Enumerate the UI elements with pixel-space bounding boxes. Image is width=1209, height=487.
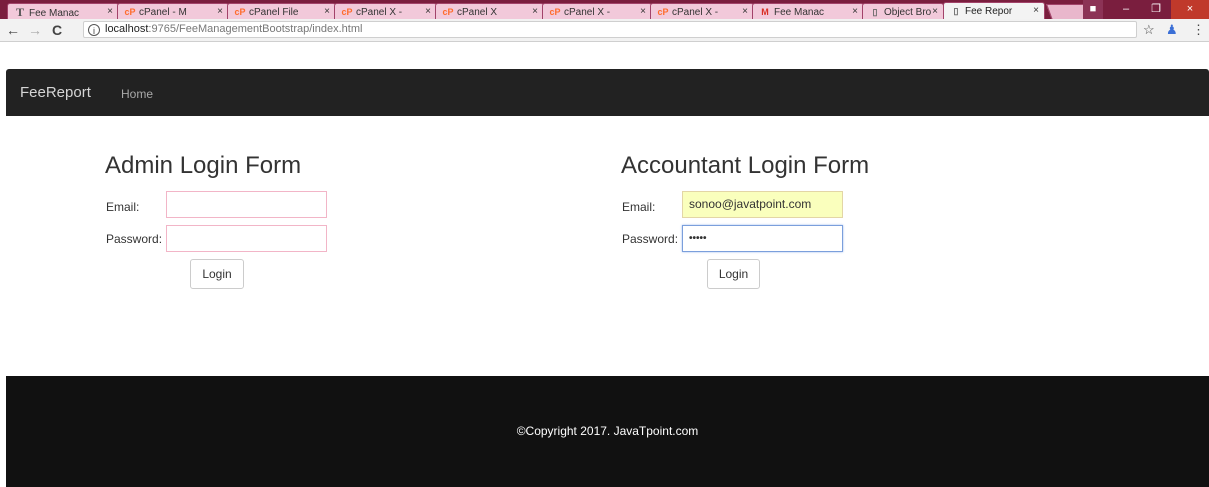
tab-label: Object Bro: [884, 7, 932, 18]
tab-close-icon[interactable]: ×: [932, 4, 938, 19]
browser-tab[interactable]: ▯ Object Bro ×: [862, 3, 944, 19]
admin-password-input[interactable]: [166, 225, 327, 252]
browser-tab[interactable]: cP cPanel X - ×: [650, 3, 754, 19]
footer: ©Copyright 2017. JavaTpoint.com: [6, 376, 1209, 487]
tab-label: Fee Repor: [965, 6, 1013, 17]
reload-icon[interactable]: C: [49, 21, 65, 39]
tab-label: Fee Manac: [774, 7, 825, 18]
accountant-email-label: Email:: [622, 200, 656, 214]
browser-toolbar: ← → C i localhost:9765/FeeManagementBoots…: [0, 19, 1209, 42]
tab-label: cPanel X: [457, 7, 498, 18]
nav-home-link[interactable]: Home: [121, 87, 153, 101]
forward-icon[interactable]: →: [27, 21, 43, 39]
tab-label: cPanel - M: [139, 7, 187, 18]
admin-form-title: Admin Login Form: [105, 152, 302, 179]
navbar-brand[interactable]: FeeReport: [20, 84, 91, 101]
document-icon: ▯: [953, 6, 959, 16]
back-icon[interactable]: ←: [5, 21, 21, 39]
window-controls: ■ – ❐ ×: [1083, 0, 1209, 19]
profile-icon[interactable]: ■: [1083, 0, 1103, 19]
minimize-button[interactable]: –: [1111, 0, 1141, 19]
admin-email-input[interactable]: [166, 191, 327, 218]
cpanel-icon: cP: [657, 7, 669, 17]
cpanel-icon: cP: [549, 7, 561, 17]
browser-tab[interactable]: ▯ Fee Repor ×: [943, 2, 1045, 20]
tab-close-icon[interactable]: ×: [640, 4, 646, 19]
close-window-button[interactable]: ×: [1171, 0, 1209, 19]
star-icon[interactable]: ☆: [1143, 21, 1155, 39]
navbar: FeeReport Home: [6, 69, 1209, 116]
url-host: localhost: [105, 23, 149, 35]
document-icon: ▯: [872, 7, 878, 17]
admin-login-button[interactable]: Login: [190, 259, 244, 289]
accountant-form-title: Accountant Login Form: [621, 152, 870, 179]
menu-icon[interactable]: ⋮: [1192, 21, 1205, 39]
browser-tab[interactable]: cP cPanel - M ×: [117, 3, 229, 19]
tab-close-icon[interactable]: ×: [852, 4, 858, 19]
browser-tab[interactable]: cP cPanel X - ×: [334, 3, 437, 19]
url-path: :9765/FeeManagementBootstrap/index.html: [148, 23, 363, 35]
browser-tab[interactable]: cP cPanel File ×: [227, 3, 336, 19]
gmail-icon: M: [761, 7, 769, 17]
accountant-login-button[interactable]: Login: [707, 259, 760, 289]
extension-icon[interactable]: ♟: [1166, 21, 1178, 39]
tab-close-icon[interactable]: ×: [742, 4, 748, 19]
browser-tab[interactable]: cP cPanel X - ×: [542, 3, 652, 19]
cpanel-icon: cP: [234, 7, 246, 17]
browser-tab[interactable]: M Fee Manac ×: [752, 3, 864, 19]
address-bar[interactable]: i localhost:9765/FeeManagementBootstrap/i…: [83, 21, 1137, 38]
tab-close-icon[interactable]: ×: [1033, 3, 1039, 19]
tab-label: cPanel X -: [564, 7, 611, 18]
tab-label: cPanel File: [249, 7, 299, 18]
typora-icon: T: [15, 5, 24, 19]
info-icon[interactable]: i: [88, 24, 100, 36]
browser-tab[interactable]: T Fee Manac ×: [7, 3, 119, 19]
tab-label: Fee Manac: [29, 8, 80, 19]
tab-label: cPanel X -: [672, 7, 719, 18]
tab-close-icon[interactable]: ×: [532, 4, 538, 19]
accountant-password-label: Password:: [622, 232, 679, 246]
footer-copyright: ©Copyright 2017. JavaTpoint.com: [516, 424, 699, 438]
tab-label: cPanel X -: [356, 7, 403, 18]
cpanel-icon: cP: [442, 7, 454, 17]
cpanel-icon: cP: [341, 7, 353, 17]
accountant-password-input[interactable]: •••••: [682, 225, 843, 252]
accountant-email-input[interactable]: sonoo@javatpoint.com: [682, 191, 843, 218]
tab-close-icon[interactable]: ×: [107, 4, 113, 19]
admin-password-label: Password:: [106, 232, 163, 246]
browser-tab[interactable]: cP cPanel X ×: [435, 3, 544, 19]
tab-close-icon[interactable]: ×: [324, 4, 330, 19]
restore-button[interactable]: ❐: [1141, 0, 1171, 19]
cpanel-icon: cP: [124, 7, 136, 17]
tab-close-icon[interactable]: ×: [217, 4, 223, 19]
tab-close-icon[interactable]: ×: [425, 4, 431, 19]
admin-email-label: Email:: [106, 200, 140, 214]
